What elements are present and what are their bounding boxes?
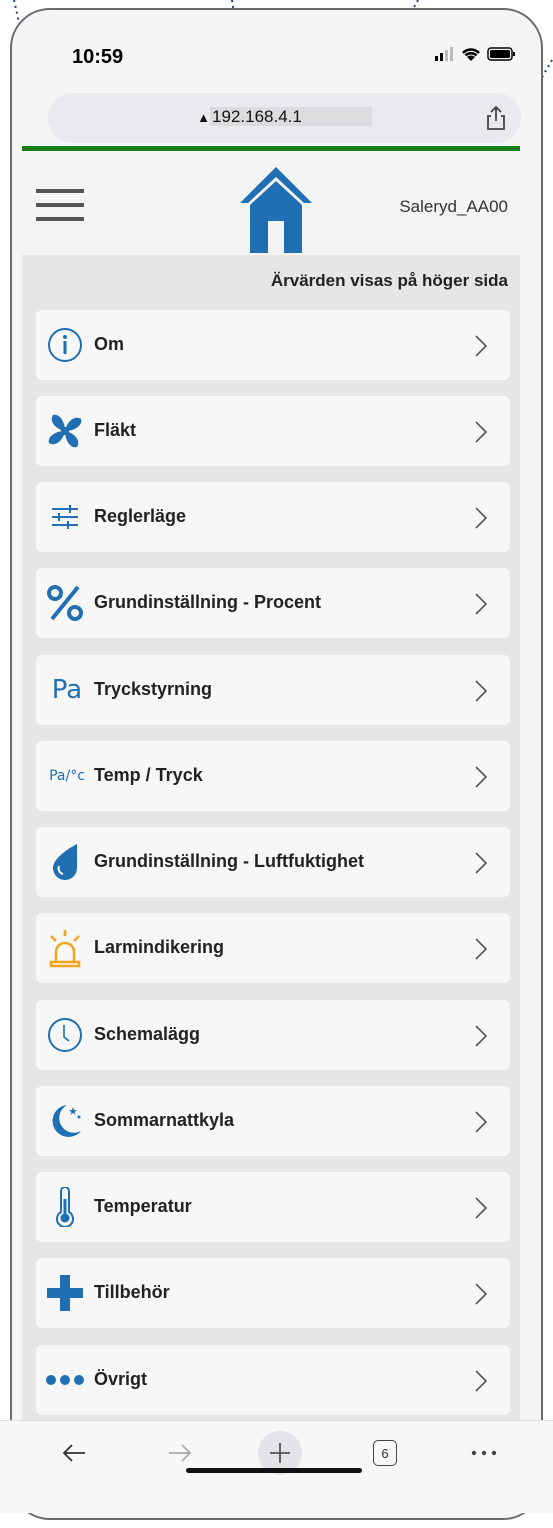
menu-item-luftfuktighet[interactable]: Grundinställning - Luftfuktighet (36, 827, 510, 897)
menu-item-label: Tillbehör (94, 1282, 170, 1302)
chevron-right-icon (475, 1283, 488, 1305)
status-time: 10:59 (72, 46, 124, 68)
clock-icon (48, 1018, 82, 1052)
droplet-icon (53, 844, 77, 880)
menu-item-label: Om (94, 334, 125, 354)
warning-icon: ▲ (197, 110, 211, 125)
moon-icon (52, 1105, 81, 1137)
arrow-right-icon (169, 1444, 192, 1462)
tab-count-badge: 6 (373, 1440, 397, 1466)
hamburger-menu-icon[interactable] (36, 189, 84, 221)
sliders-icon (52, 505, 78, 529)
menu-item-procent[interactable]: Grundinställning - Procent (36, 568, 510, 638)
address-bar[interactable]: ▲ 192.168.4.1 (48, 93, 521, 143)
menu-item-label: Schemalägg (94, 1024, 201, 1044)
pa-icon: Pa (51, 675, 83, 705)
status-bar: 10:59 (12, 10, 541, 90)
menu-item-label: Övrigt (94, 1369, 148, 1389)
chevron-right-icon (475, 852, 488, 874)
menu-item-flakt[interactable]: Fläkt (36, 396, 510, 466)
back-button[interactable] (54, 1433, 94, 1473)
home-icon[interactable] (238, 165, 314, 255)
arrow-left-icon (62, 1444, 85, 1462)
menu-item-label: Larmindikering (94, 937, 225, 957)
menu-item-label: Fläkt (94, 420, 137, 440)
menu-item-temperatur[interactable]: Temperatur (36, 1172, 510, 1242)
menu-item-label: Temperatur (94, 1196, 192, 1216)
menu-item-schemalagg[interactable]: Schemalägg (36, 1000, 510, 1070)
dots-icon (46, 1375, 84, 1385)
menu-item-tryckstyrning[interactable]: Pa Tryckstyrning (36, 655, 510, 725)
menu-item-larmindikering[interactable]: Larmindikering (36, 913, 510, 983)
url-text: 192.168.4.1 (210, 107, 372, 126)
menu-list: Ärvärden visas på höger sida Om Fläkt Re… (22, 255, 520, 1420)
plus-icon (47, 1275, 83, 1311)
chevron-right-icon (475, 421, 488, 443)
menu-item-label: Grundinställning - Procent (94, 592, 322, 612)
menu-item-tillbehor[interactable]: Tillbehör (36, 1258, 510, 1328)
chevron-right-icon (475, 1197, 488, 1219)
menu-item-label: Tryckstyrning (94, 679, 213, 699)
chevron-right-icon (475, 680, 488, 702)
home-indicator[interactable] (186, 1468, 362, 1473)
chevron-right-icon (475, 1370, 488, 1392)
info-icon (48, 328, 82, 362)
pa-temp-icon: Pa/°c (49, 768, 85, 784)
subtitle: Ärvärden visas på höger sida (270, 271, 508, 290)
menu-item-label: Grundinställning - Luftfuktighet (94, 851, 364, 871)
forward-button[interactable] (160, 1433, 200, 1473)
chevron-right-icon (475, 766, 488, 788)
menu-item-label: Temp / Tryck (94, 765, 203, 785)
menu-item-temp-tryck[interactable]: Pa/°c Temp / Tryck (36, 741, 510, 811)
menu-item-label: Sommarnattkyla (94, 1110, 235, 1130)
menu-item-label: Reglerläge (94, 506, 187, 526)
plus-tab-icon (270, 1443, 290, 1463)
device-name: Saleryd_AA00 (399, 197, 508, 216)
app-header: Saleryd_AA00 (22, 151, 520, 255)
status-icons (435, 46, 517, 62)
tabs-button[interactable]: 6 (370, 1433, 400, 1473)
percent-icon (47, 585, 83, 621)
chevron-right-icon (475, 1025, 488, 1047)
chevron-right-icon (475, 507, 488, 529)
menu-item-om[interactable]: Om (36, 310, 510, 380)
menu-item-ovrigt[interactable]: Övrigt (36, 1345, 510, 1415)
chevron-right-icon (475, 938, 488, 960)
menu-item-reglerlage[interactable]: Reglerläge (36, 482, 510, 552)
share-icon[interactable] (485, 105, 507, 131)
tab-count: 6 (381, 1445, 389, 1461)
more-button[interactable] (466, 1433, 502, 1473)
alarm-icon (49, 930, 81, 968)
chevron-right-icon (475, 593, 488, 615)
menu-item-sommarnattkyla[interactable]: Sommarnattkyla (36, 1086, 510, 1156)
signal-icon (435, 47, 453, 61)
wifi-icon (462, 48, 480, 61)
chevron-right-icon (475, 335, 488, 357)
thermometer-icon (56, 1187, 74, 1227)
browser-toolbar: 6 (0, 1420, 553, 1513)
fan-icon (48, 414, 82, 448)
battery-icon (487, 47, 515, 61)
more-dots-icon (471, 1450, 497, 1456)
chevron-right-icon (475, 1111, 488, 1133)
